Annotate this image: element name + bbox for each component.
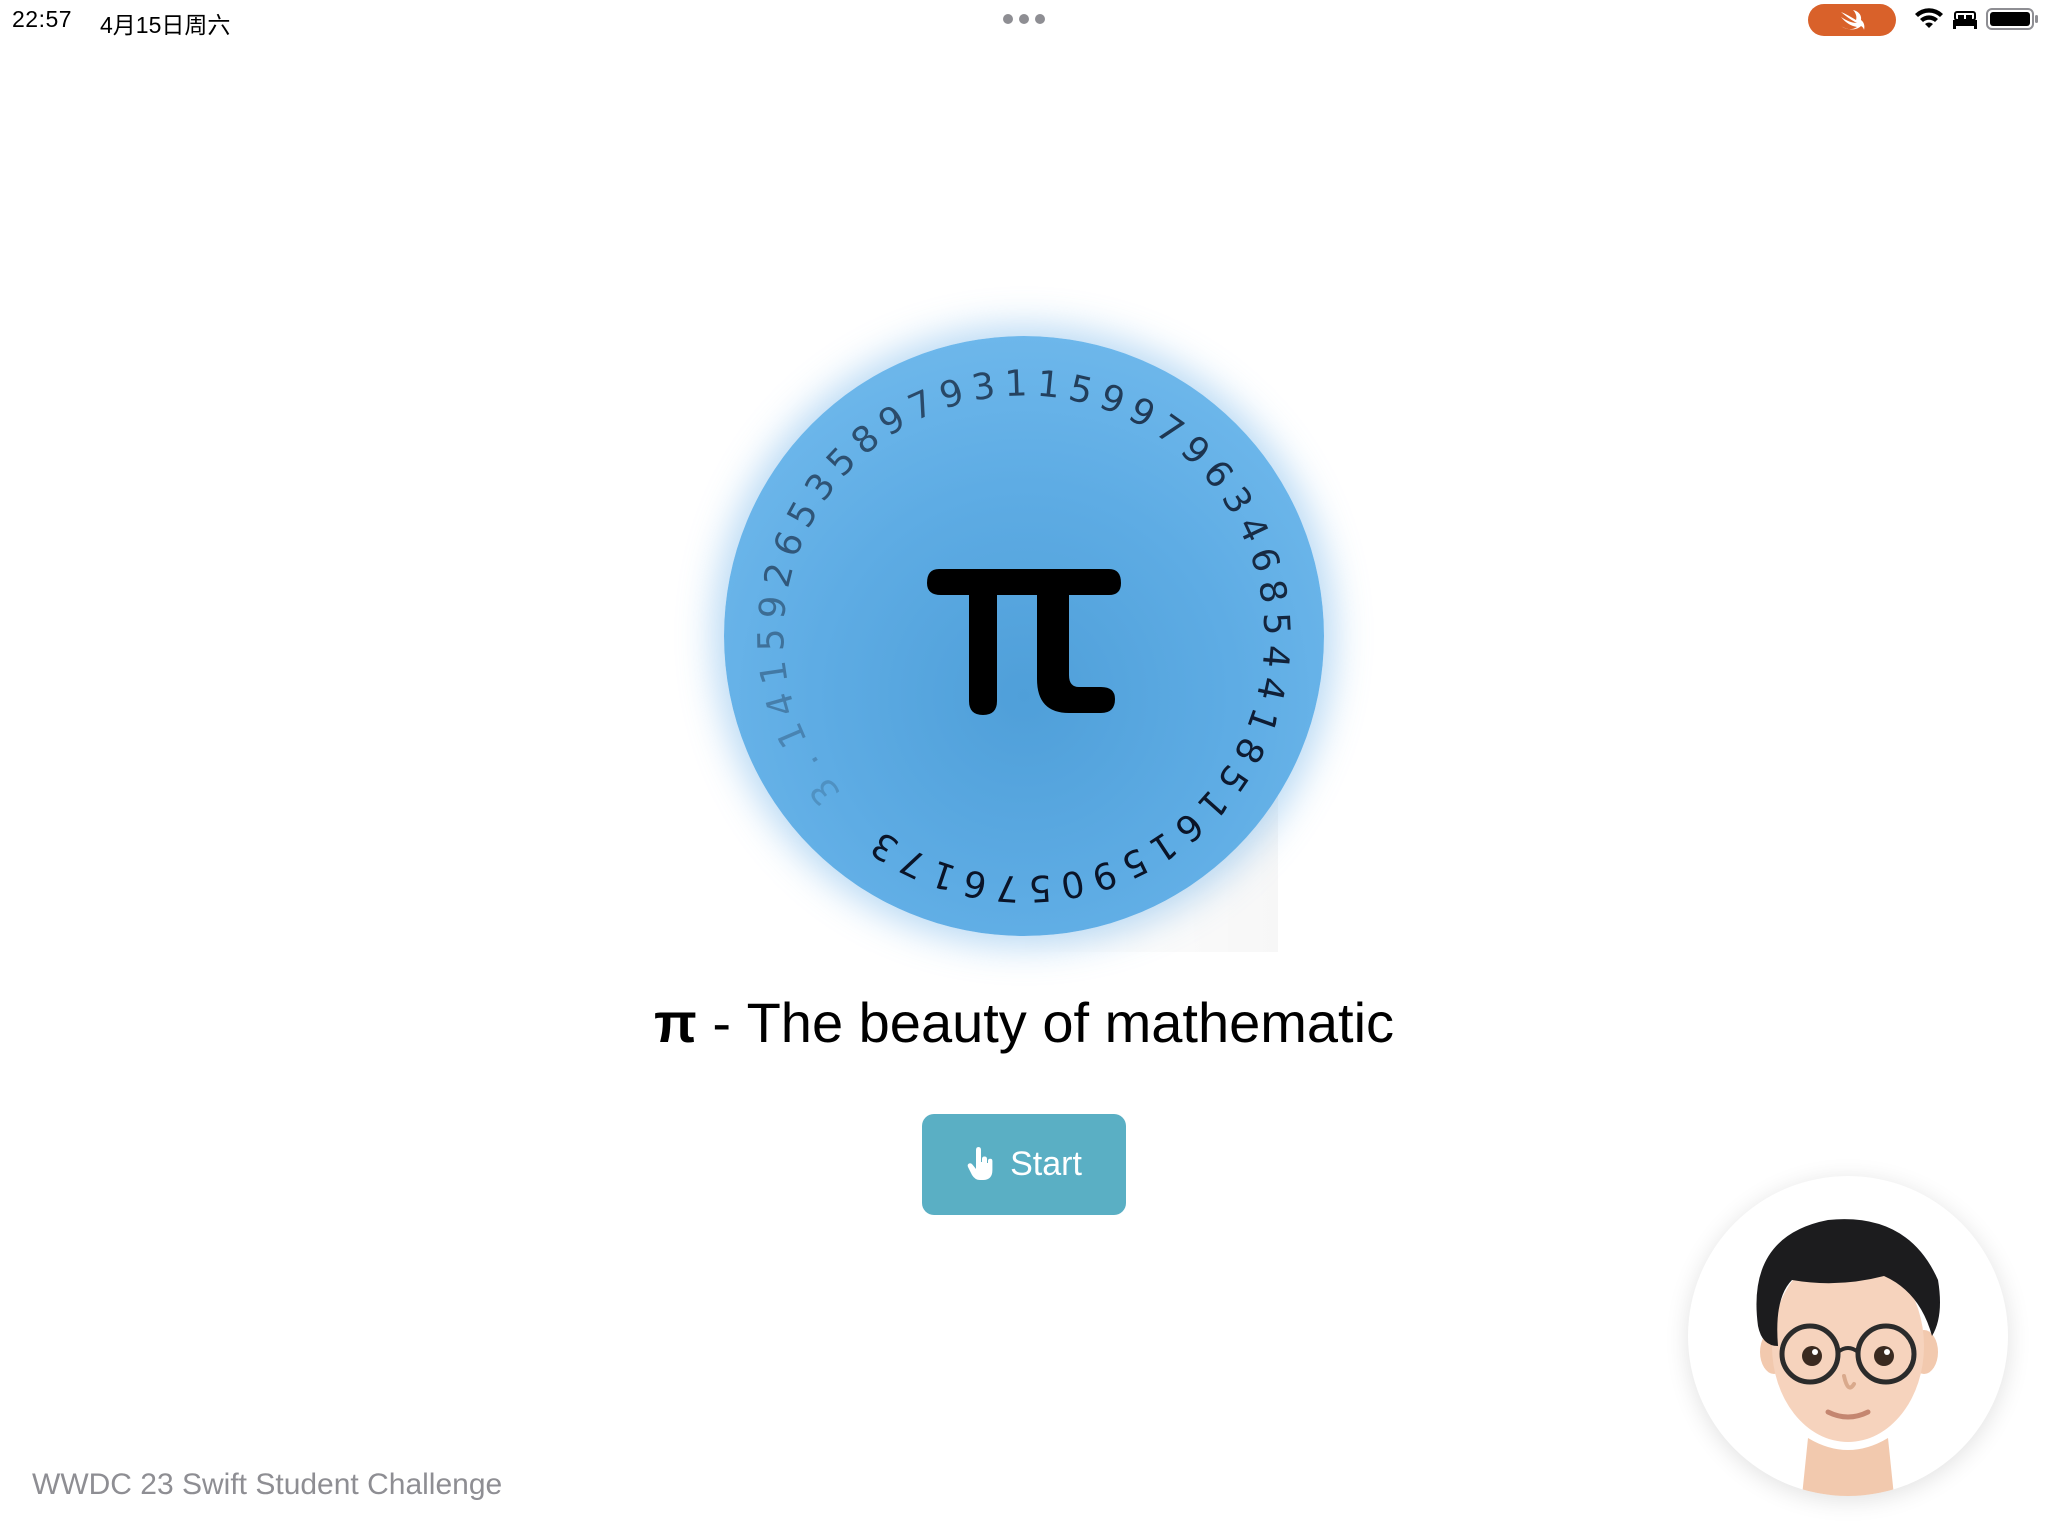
pi-icon [927, 569, 1121, 715]
bed-icon [1953, 11, 1977, 29]
battery-icon [1986, 8, 2038, 30]
footer-text: WWDC 23 Swift Student Challenge [32, 1468, 503, 1501]
memoji-avatar-icon [1756, 1219, 1940, 1496]
multitasking-dots-icon[interactable] [1003, 14, 1045, 24]
hand-point-icon [967, 1146, 993, 1180]
title-text: - The beauty of mathematic [696, 991, 1395, 1054]
avatar[interactable] [1688, 1176, 2008, 1496]
status-bar: 22:57 4月15日周六 [0, 0, 2048, 40]
status-date: 4月15日周六 [100, 12, 231, 38]
swift-playground-pill[interactable] [1808, 4, 1896, 36]
wifi-icon [1915, 8, 1943, 28]
swift-icon [1841, 10, 1865, 30]
start-button[interactable]: Start [922, 1114, 1126, 1215]
title-pi: π [653, 991, 697, 1054]
status-time: 22:57 [12, 6, 73, 32]
pi-symbol [724, 336, 1324, 936]
page-title: π - The beauty of mathematic [0, 990, 2048, 1055]
pi-disc: 3.14159265358979311599796346854418516159… [724, 336, 1324, 936]
start-button-label: Start [1010, 1145, 1082, 1183]
